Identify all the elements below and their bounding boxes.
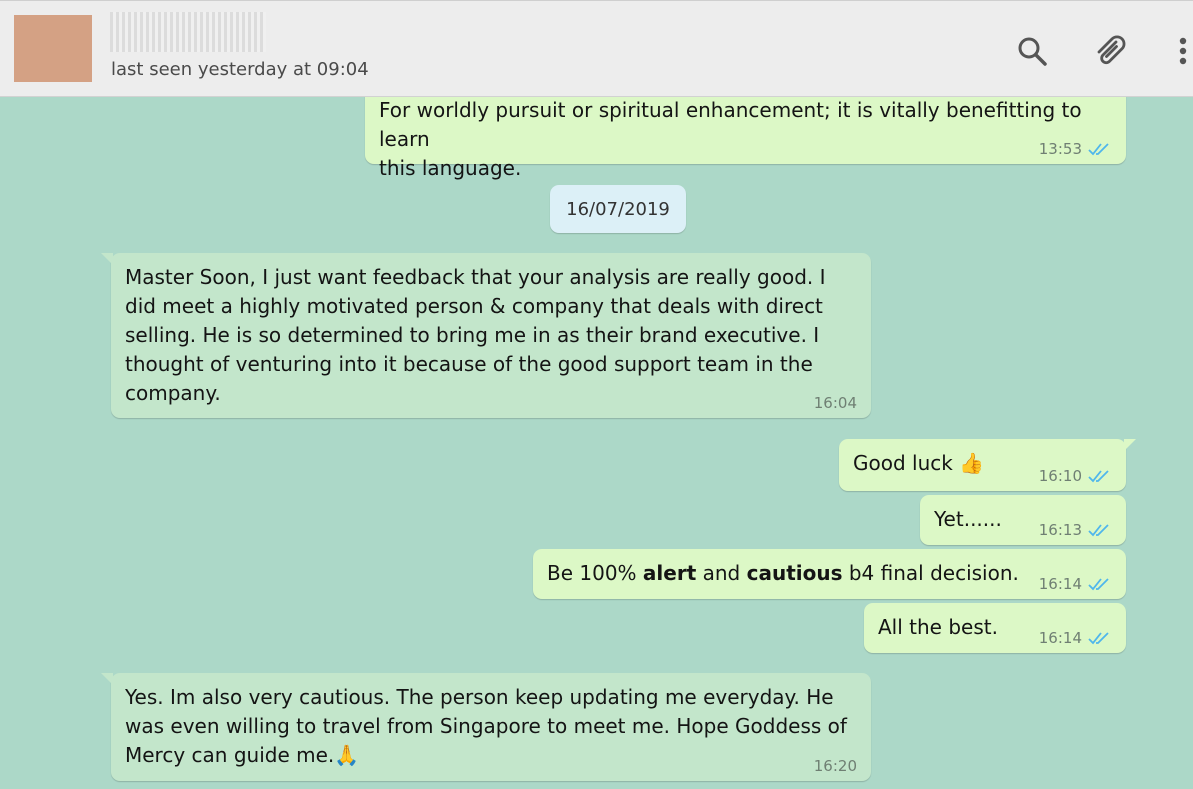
message-text: Be 100% alert and cautious b4 final deci… xyxy=(547,561,1019,585)
double-check-icon xyxy=(1088,470,1109,483)
message-text: Master Soon, I just want feedback that y… xyxy=(125,265,826,405)
message-time: 16:14 xyxy=(1038,629,1082,647)
menu-button[interactable] xyxy=(1168,31,1193,71)
double-check-icon xyxy=(1088,143,1109,156)
message-incoming[interactable]: Yes. Im also very cautious. The person k… xyxy=(101,673,871,781)
message-outgoing[interactable]: All the best. 16:14 xyxy=(864,603,1126,653)
message-meta: 16:13 xyxy=(1039,521,1112,539)
message-time: 16:04 xyxy=(813,394,857,412)
message-meta: 16:14 xyxy=(1039,575,1112,593)
message-text: For worldly pursuit or spiritual enhance… xyxy=(379,98,1082,151)
message-text: this language. xyxy=(379,156,522,180)
message-incoming[interactable]: Master Soon, I just want feedback that y… xyxy=(101,253,871,418)
message-outgoing[interactable]: Be 100% alert and cautious b4 final deci… xyxy=(533,549,1126,599)
bubble-tail xyxy=(101,673,113,685)
message-outgoing[interactable]: Yet...... 16:13 xyxy=(920,495,1126,545)
chat-area[interactable]: For worldly pursuit or spiritual enhance… xyxy=(0,97,1193,789)
message-time: 16:10 xyxy=(1038,467,1082,485)
search-icon xyxy=(1018,37,1047,66)
attach-icon xyxy=(1097,35,1126,65)
bubble-tail xyxy=(1124,439,1136,451)
message-outgoing[interactable]: For worldly pursuit or spiritual enhance… xyxy=(365,97,1126,180)
message-meta: 16:14 xyxy=(1039,629,1112,647)
date-separator: 16/07/2019 xyxy=(550,185,686,233)
double-check-icon xyxy=(1088,524,1109,537)
message-time: 16:14 xyxy=(1038,575,1082,593)
menu-icon xyxy=(1179,37,1187,65)
last-seen-status: last seen yesterday at 09:04 xyxy=(111,59,369,80)
message-text: Yes. Im also very cautious. The person k… xyxy=(125,685,847,767)
chat-header: last seen yesterday at 09:04 xyxy=(0,0,1193,97)
contact-avatar[interactable] xyxy=(14,15,92,82)
message-time: 16:13 xyxy=(1038,521,1082,539)
message-meta: 13:53 xyxy=(1039,140,1112,158)
contact-name-blurred[interactable] xyxy=(110,12,266,52)
search-button[interactable] xyxy=(1012,31,1052,71)
double-check-icon xyxy=(1088,632,1109,645)
message-meta: 16:04 xyxy=(814,394,857,412)
message-meta: 16:20 xyxy=(814,757,857,775)
message-time: 13:53 xyxy=(1038,140,1082,158)
message-outgoing[interactable]: Good luck 👍 16:10 xyxy=(839,439,1136,491)
message-meta: 16:10 xyxy=(1039,467,1112,485)
attach-button[interactable] xyxy=(1090,31,1130,71)
bubble-tail xyxy=(101,253,113,265)
message-time: 16:20 xyxy=(813,757,857,775)
double-check-icon xyxy=(1088,578,1109,591)
